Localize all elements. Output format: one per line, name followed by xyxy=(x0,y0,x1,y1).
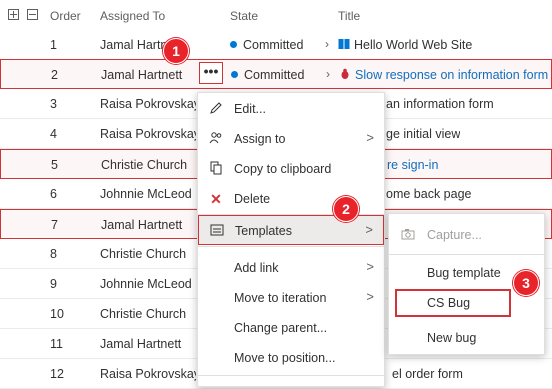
order-cell: 3 xyxy=(50,97,57,111)
menu-divider xyxy=(389,254,544,255)
order-cell: 10 xyxy=(50,307,64,321)
bug-icon xyxy=(341,68,349,79)
book-icon xyxy=(338,39,350,49)
title-cell[interactable]: an information form xyxy=(386,97,494,111)
order-cell: 5 xyxy=(51,158,58,172)
assigned-to-cell: Jamal Hartnett xyxy=(100,337,182,351)
chevron-right-icon: > xyxy=(366,289,374,304)
menu-item-edit[interactable]: Edit... xyxy=(198,94,384,124)
template-icon xyxy=(209,223,225,239)
title-cell[interactable]: re sign-in xyxy=(387,158,438,172)
submenu-item-capture[interactable]: Capture... xyxy=(389,222,544,250)
state-cell: Committed xyxy=(231,68,304,82)
order-cell: 9 xyxy=(50,277,57,291)
order-cell: 2 xyxy=(51,68,58,82)
people-icon xyxy=(208,131,224,147)
title-cell[interactable]: ge initial view xyxy=(386,127,460,141)
menu-item-add-link[interactable]: Add link > xyxy=(198,253,384,283)
submenu-item-new-bug[interactable]: New bug xyxy=(389,325,544,353)
state-dot-icon xyxy=(230,41,237,48)
menu-item-move-to-position[interactable]: Move to position... xyxy=(198,343,384,373)
menu-item-copy-to-clipboard[interactable]: Copy to clipboard xyxy=(198,154,384,184)
pencil-icon xyxy=(208,101,224,117)
menu-item-move-to-iteration[interactable]: Move to iteration > xyxy=(198,283,384,313)
menu-item-templates[interactable]: Templates > xyxy=(198,215,384,245)
assigned-to-cell: Raisa Pokrovskaya xyxy=(100,367,196,381)
order-cell: 4 xyxy=(50,127,57,141)
assigned-to-cell: Christie Church xyxy=(100,307,187,321)
assigned-to-cell: Raisa Pokrovskaya xyxy=(100,97,196,111)
menu-item-change-parent[interactable]: Change parent... xyxy=(198,313,384,343)
copy-icon xyxy=(208,161,224,177)
submenu-item-cs-bug[interactable]: CS Bug xyxy=(395,289,511,317)
assigned-to-cell: Johnnie McLeod xyxy=(100,277,192,291)
assigned-to-cell: Jamal Hartnett xyxy=(101,68,183,82)
title-cell[interactable]: el order form xyxy=(392,367,463,381)
x-icon: ✕ xyxy=(210,191,222,207)
table-row[interactable]: 1 Jamal Hartnett Committed › Hello World… xyxy=(0,30,552,60)
assigned-to-cell: Christie Church xyxy=(100,247,187,261)
grid-header: Order Assigned To State Title xyxy=(0,0,552,32)
assigned-to-cell: Raisa Pokrovskaya xyxy=(100,127,196,141)
order-cell: 6 xyxy=(50,187,57,201)
callout-badge-3: 3 xyxy=(513,270,539,296)
column-header-assigned-to[interactable]: Assigned To xyxy=(100,9,165,23)
assigned-to-cell: Jamal Hartnett xyxy=(101,218,183,232)
order-cell: 1 xyxy=(50,38,57,52)
column-header-order[interactable]: Order xyxy=(50,9,81,23)
expand-all-icon[interactable] xyxy=(8,9,19,20)
column-header-title[interactable]: Title xyxy=(338,9,360,23)
title-cell[interactable]: Hello World Web Site xyxy=(338,38,472,52)
chevron-right-icon[interactable]: › xyxy=(325,37,329,51)
chevron-right-icon[interactable]: › xyxy=(326,67,330,81)
callout-badge-2: 2 xyxy=(333,196,359,222)
menu-divider xyxy=(198,375,384,376)
assigned-to-cell: Christie Church xyxy=(101,158,188,172)
collapse-all-icon[interactable] xyxy=(27,9,38,20)
column-header-state[interactable]: State xyxy=(230,9,258,23)
title-cell[interactable]: Slow response on information form xyxy=(339,68,548,82)
menu-divider xyxy=(198,246,384,247)
order-cell: 11 xyxy=(50,337,63,351)
chevron-right-icon: > xyxy=(365,222,373,237)
chevron-right-icon: > xyxy=(366,130,374,145)
camera-icon xyxy=(401,228,415,243)
order-cell: 8 xyxy=(50,247,57,261)
order-cell: 7 xyxy=(51,218,58,232)
table-row[interactable]: 2 Jamal Hartnett Committed › Slow respon… xyxy=(0,59,552,89)
more-actions-button[interactable]: ••• xyxy=(199,62,223,84)
chevron-right-icon: > xyxy=(366,259,374,274)
context-menu: Edit... Assign to > Copy to clipboard ✕ … xyxy=(197,92,385,387)
assigned-to-cell: Johnnie McLeod xyxy=(100,187,192,201)
order-cell: 12 xyxy=(50,367,64,381)
callout-badge-1: 1 xyxy=(163,38,189,64)
state-cell: Committed xyxy=(230,38,303,52)
menu-item-assign-to[interactable]: Assign to > xyxy=(198,124,384,154)
title-cell[interactable]: ome back page xyxy=(386,187,471,201)
state-dot-icon xyxy=(231,71,238,78)
